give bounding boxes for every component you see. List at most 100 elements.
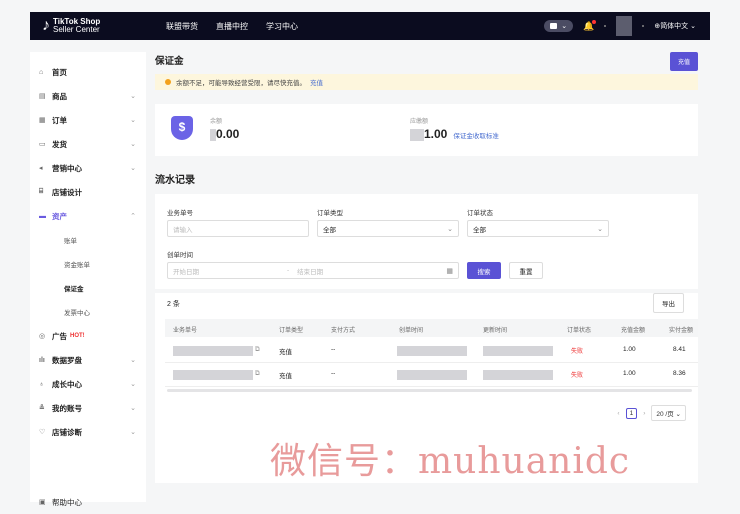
table-row: ⧉ 充值 -- 失败 1.00 8.36 [165,363,698,387]
col-pay-method: 支付方式 [331,328,356,334]
sidebar-item-my-account[interactable]: ≗ 我的账号 ⌄ [30,396,146,420]
sidebar-item-label: 订单 [52,115,67,125]
sidebar-item-label: 我的账号 [52,403,82,413]
sidebar-item-shipping[interactable]: ▭ 发货 ⌄ [30,132,146,156]
sidebar-subitem-invoice[interactable]: 发票中心 [30,300,146,324]
order-type-select[interactable]: 全部 ⌄ [317,220,459,237]
sidebar-item-marketing[interactable]: ◂ 营销中心 ⌄ [30,156,146,180]
cell-recharge-amount: 1.00 [623,346,636,353]
cell-paid-amount: 8.41 [673,346,686,353]
chevron-down-icon: ⌄ [130,165,136,172]
nav-affiliate[interactable]: 联盟带货 [166,21,198,32]
due-value: 1.00 保证金收取标准 [410,127,499,141]
bell-icon[interactable]: 🔔 [583,19,597,32]
col-recharge-amount: 充值金额 [621,328,646,334]
sidebar-item-label: 帮助中心 [52,497,82,507]
redacted-updated-time [483,370,553,380]
separator-dot [642,25,645,27]
redacted-updated-time [483,346,553,356]
recharge-button[interactable]: 充值 [669,52,698,71]
sidebar-item-growth[interactable]: ♁ 成长中心 ⌄ [30,372,146,396]
sidebar-item-ads[interactable]: ◎ 广告 HOT! [30,324,146,348]
export-button[interactable]: 导出 [653,293,684,313]
copy-icon[interactable]: ⧉ [255,346,260,354]
range-separator: - [287,267,290,274]
copy-icon[interactable]: ⧉ [255,370,260,378]
orders-icon: ▦ [39,117,46,124]
top-bar: ♪ TikTok Shop Seller Center 联盟带货 直播中控 学习中… [30,12,710,40]
sidebar-subitem-bills[interactable]: 账单 [30,228,146,252]
page-size-select[interactable]: 20 /页 ⌄ [651,405,686,421]
horizontal-scrollbar[interactable] [167,389,692,392]
order-status-value: 全部 [473,226,486,234]
sidebar-item-help[interactable]: ▣ 帮助中心 [30,490,82,514]
sidebar-item-orders[interactable]: ▦ 订单 ⌄ [30,108,146,132]
sidebar-item-data-compass[interactable]: ılı 数据罗盘 ⌄ [30,348,146,372]
table-row: ⧉ 充值 -- 失败 1.00 8.41 [165,339,698,363]
wallet-icon: ▬ [39,212,46,220]
notice-recharge-link[interactable]: 充值 [310,77,323,87]
warning-icon [165,79,171,85]
watermark-text: 微信号：muhuanidc [270,441,631,482]
tiktok-icon: ♪ [42,17,50,34]
chevron-down-icon: ⌄ [561,23,568,30]
prev-page-icon[interactable]: ‹ [617,410,619,417]
ads-icon: ◎ [39,333,46,340]
sidebar-subitem-deposit[interactable]: 保证金 [30,276,146,300]
diagnosis-icon: ♡ [39,429,46,436]
cell-order-type: 充值 [279,373,292,380]
order-status-select[interactable]: 全部 ⌄ [467,220,609,237]
user-icon: ≗ [39,405,45,412]
avatar[interactable] [616,16,633,36]
language-switcher[interactable]: ⊕简体中文 ⌄ [654,21,696,31]
sidebar-item-store-design[interactable]: ⌸ 店铺设计 [30,180,146,204]
chat-button[interactable]: ⌄ [544,20,574,32]
redacted-order-no [173,346,253,356]
hot-badge: HOT! [70,333,85,339]
sidebar-item-home[interactable]: ⌂ 首页 [30,60,146,84]
page-header: 保证金 充值 余额不足，可能导致经营受限，请尽快充值。 充值 [152,46,710,96]
sidebar-subitem-fund-bills[interactable]: 资金账单 [30,252,146,276]
section-title: 流水记录 [155,175,195,186]
balance-warning-notice: 余额不足，可能导致经营受限，请尽快充值。 充值 [155,74,698,90]
sidebar-item-goods[interactable]: ▤ 商品 ⌄ [30,84,146,108]
chat-icon [550,23,558,29]
nav-learning-center[interactable]: 学习中心 [266,21,298,32]
cell-pay-method: -- [331,370,336,377]
deposit-standard-link[interactable]: 保证金收取标准 [453,133,499,140]
date-range-picker[interactable]: 开始日期 - 结束日期 ▦ [167,262,459,279]
due-label: 应缴额 [410,119,429,125]
sidebar-item-diagnosis[interactable]: ♡ 店铺诊断 ⌄ [30,420,146,444]
chevron-down-icon: ⌄ [130,117,136,124]
shield-dollar-icon: $ [171,116,193,140]
sidebar-item-label: 商品 [52,91,67,101]
chevron-down-icon: ⌄ [130,93,136,100]
chevron-down-icon: ⌄ [130,405,136,412]
redacted-created-time [397,370,467,380]
tiktok-shop-logo[interactable]: ♪ TikTok Shop Seller Center [42,17,154,35]
chevron-down-icon: ⌄ [130,429,136,436]
sidebar-item-assets[interactable]: ▬ 资产 ⌃ [30,204,146,228]
separator-dot [604,25,607,27]
growth-icon: ♁ [39,380,45,388]
sidebar-item-label: 店铺设计 [52,187,82,197]
home-icon: ⌂ [39,68,44,76]
nav-live-console[interactable]: 直播中控 [216,21,248,32]
filter-label-order-no: 业务单号 [167,210,193,217]
bar-chart-icon: ılı [39,356,45,364]
record-count: 2 条 [167,301,180,308]
page-number[interactable]: 1 [625,407,638,419]
search-button[interactable]: 搜索 [467,262,501,279]
goods-icon: ▤ [39,93,46,100]
balance-value: 0.00 [210,127,239,141]
chevron-down-icon: ⌄ [597,225,603,233]
start-date-placeholder: 开始日期 [173,268,199,276]
sidebar-item-label: 发货 [52,139,67,149]
next-page-icon[interactable]: › [643,410,645,417]
col-order-status: 订单状态 [567,328,592,334]
order-no-input[interactable]: 请输入 [167,220,309,237]
reset-button[interactable]: 重置 [509,262,543,279]
page-size-value: 20 /页 [656,411,674,418]
notification-dot [592,19,597,24]
sidebar-item-label: 营销中心 [52,163,82,173]
